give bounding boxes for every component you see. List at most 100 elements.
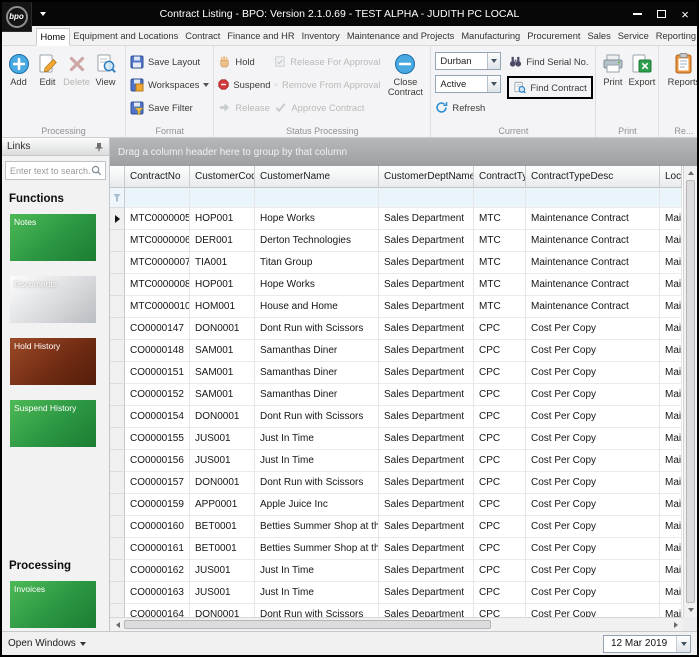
sidebar-tile-suspend-history[interactable]: Suspend History: [10, 400, 96, 447]
vertical-scrollbar[interactable]: [683, 166, 697, 617]
release-for-approval-button[interactable]: Release For Approval: [272, 50, 382, 73]
column-header-customername[interactable]: CustomerName: [255, 166, 379, 188]
table-row[interactable]: MTC0000007TIA001Titan GroupSales Departm…: [110, 252, 682, 274]
maximize-button[interactable]: [649, 2, 673, 26]
close-button[interactable]: ×: [673, 2, 697, 26]
approve-contract-button[interactable]: Approve Contract: [272, 96, 382, 119]
scroll-right-button[interactable]: [669, 618, 683, 631]
group-by-panel[interactable]: Drag a column header here to group by th…: [110, 138, 697, 166]
tab-finance-and-hr[interactable]: Finance and HR: [224, 28, 298, 45]
close-contract-label: Close Contract: [382, 78, 428, 98]
delete-button[interactable]: Delete: [62, 49, 91, 88]
add-button[interactable]: Add: [4, 49, 33, 88]
status-select-arrow[interactable]: [487, 76, 500, 92]
branch-select-arrow[interactable]: [487, 53, 500, 69]
print-button[interactable]: Print: [598, 49, 627, 88]
column-header-contractno[interactable]: ContractNo: [125, 166, 190, 188]
tab-sales[interactable]: Sales: [584, 28, 614, 45]
status-select[interactable]: Active: [435, 75, 501, 93]
remove-from-approval-button[interactable]: Remove From Approval: [272, 73, 382, 96]
table-row[interactable]: CO0000161BET0001Betties Summer Shop at t…: [110, 538, 682, 560]
grid-filter-row: [110, 188, 682, 208]
vertical-scroll-thumb[interactable]: [686, 180, 695, 603]
tab-equipment-and-locations[interactable]: Equipment and Locations: [70, 28, 182, 45]
date-picker[interactable]: 12 Mar 2019: [603, 635, 691, 653]
tab-procurement[interactable]: Procurement: [524, 28, 584, 45]
reports-button[interactable]: Reports: [664, 49, 699, 88]
table-row[interactable]: CO0000164DON0001Dont Run with ScissorsSa…: [110, 604, 682, 617]
sidebar-tile-documents[interactable]: Documents: [10, 276, 96, 323]
column-header-contracttype[interactable]: ContractType: [474, 166, 526, 188]
tab-maintenance-and-projects[interactable]: Maintenance and Projects: [343, 28, 458, 45]
grid-cell: Titan Group: [255, 252, 379, 274]
ribbon-group-current: Durban Active Refresh Find S: [431, 46, 596, 137]
table-row[interactable]: CO0000159APP0001Apple Juice IncSales Dep…: [110, 494, 682, 516]
quick-access-arrow-icon[interactable]: [40, 12, 46, 19]
scroll-down-button[interactable]: [684, 604, 698, 617]
filter-cell-contracttypedesc[interactable]: [526, 188, 660, 208]
pin-icon[interactable]: [94, 142, 104, 152]
tab-reporting[interactable]: Reporting: [652, 28, 699, 45]
table-row[interactable]: CO0000157DON0001Dont Run with ScissorsSa…: [110, 472, 682, 494]
column-header-customerdeptname[interactable]: CustomerDeptName: [379, 166, 474, 188]
tab-inventory[interactable]: Inventory: [298, 28, 343, 45]
grid-cell: MTC0000005: [125, 208, 190, 230]
refresh-button[interactable]: Refresh: [433, 96, 507, 119]
filter-cell-customercode[interactable]: [190, 188, 255, 208]
grid-cell: CO0000154: [125, 406, 190, 428]
table-row[interactable]: CO0000162JUS001Just In TimeSales Departm…: [110, 560, 682, 582]
edit-button[interactable]: Edit: [33, 49, 62, 88]
table-row[interactable]: CO0000151SAM001Samanthas DinerSales Depa…: [110, 362, 682, 384]
sidebar-tile-invoices[interactable]: Invoices: [10, 581, 96, 628]
filter-cell-customername[interactable]: [255, 188, 379, 208]
export-button[interactable]: Export: [627, 49, 656, 88]
table-row[interactable]: CO0000156JUS001Just In TimeSales Departm…: [110, 450, 682, 472]
filter-cell-customerdeptname[interactable]: [379, 188, 474, 208]
open-windows-button[interactable]: Open Windows: [8, 638, 86, 649]
hold-button[interactable]: Hold: [216, 50, 272, 73]
table-row[interactable]: CO0000155JUS001Just In TimeSales Departm…: [110, 428, 682, 450]
table-row[interactable]: MTC0000006DER001Derton TechnologiesSales…: [110, 230, 682, 252]
table-row[interactable]: CO0000160BET0001Betties Summer Shop at t…: [110, 516, 682, 538]
branch-select[interactable]: Durban: [435, 52, 501, 70]
column-header-locatio[interactable]: Locatio: [660, 166, 682, 188]
find-contract-button[interactable]: Find Contract: [511, 78, 589, 97]
sidebar-tile-notes[interactable]: Notes: [10, 214, 96, 261]
filter-cell-locatio[interactable]: [660, 188, 682, 208]
view-button[interactable]: View: [91, 49, 120, 88]
filter-cell-contractno[interactable]: [125, 188, 190, 208]
grid-cell: Sales Department: [379, 362, 474, 384]
close-contract-button[interactable]: Close Contract: [382, 49, 428, 119]
scroll-left-button[interactable]: [110, 618, 124, 631]
table-row[interactable]: MTC0000005HOP001Hope WorksSales Departme…: [110, 208, 682, 230]
tab-service[interactable]: Service: [614, 28, 652, 45]
table-row[interactable]: CO0000163JUS001Just In TimeSales Departm…: [110, 582, 682, 604]
grid-cell: BET0001: [190, 538, 255, 560]
search-icon[interactable]: [91, 165, 102, 176]
table-row[interactable]: MTC0000010HOM001House and HomeSales Depa…: [110, 296, 682, 318]
save-layout-button[interactable]: Save Layout: [128, 50, 211, 73]
horizontal-scroll-thumb[interactable]: [124, 620, 491, 629]
find-serial-button[interactable]: Find Serial No.: [507, 50, 593, 73]
tab-home[interactable]: Home: [36, 28, 70, 46]
column-header-customercode[interactable]: CustomerCode: [190, 166, 255, 188]
filter-cell-contracttype[interactable]: [474, 188, 526, 208]
suspend-button[interactable]: Suspend: [216, 73, 272, 96]
search-input[interactable]: [6, 166, 91, 176]
tab-contract[interactable]: Contract: [182, 28, 224, 45]
save-filter-button[interactable]: Save Filter: [128, 96, 211, 119]
column-header-contracttypedesc[interactable]: ContractTypeDesc: [526, 166, 660, 188]
minimize-button[interactable]: [625, 2, 649, 26]
table-row[interactable]: CO0000148SAM001Samanthas DinerSales Depa…: [110, 340, 682, 362]
date-dropdown-button[interactable]: [676, 636, 690, 652]
table-row[interactable]: CO0000154DON0001Dont Run with ScissorsSa…: [110, 406, 682, 428]
tab-manufacturing[interactable]: Manufacturing: [458, 28, 524, 45]
scroll-up-button[interactable]: [684, 166, 698, 179]
sidebar-tile-hold-history[interactable]: Hold History: [10, 338, 96, 385]
table-row[interactable]: CO0000152SAM001Samanthas DinerSales Depa…: [110, 384, 682, 406]
workspaces-button[interactable]: Workspaces: [128, 73, 211, 96]
release-button[interactable]: Release: [216, 96, 272, 119]
table-row[interactable]: MTC0000008HOP001Hope WorksSales Departme…: [110, 274, 682, 296]
horizontal-scrollbar[interactable]: [110, 617, 683, 631]
table-row[interactable]: CO0000147DON0001Dont Run with ScissorsSa…: [110, 318, 682, 340]
